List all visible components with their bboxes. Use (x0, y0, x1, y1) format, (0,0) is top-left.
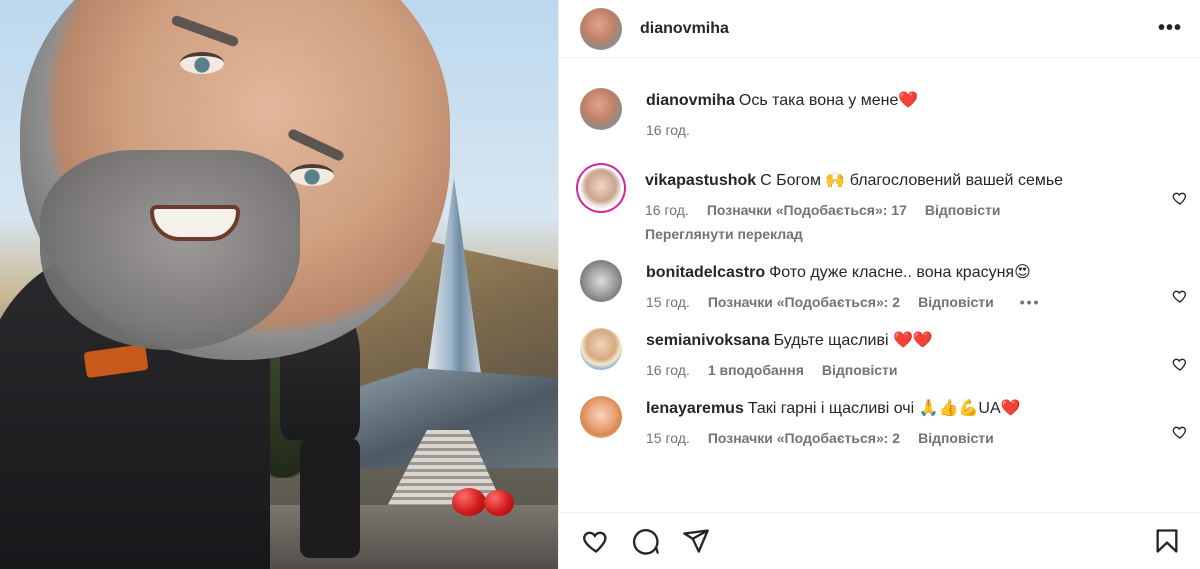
heart-icon[interactable] (1172, 356, 1188, 372)
post-side-panel: dianovmiha ••• dianovmiha Ось така вона у… (558, 0, 1200, 569)
save-button[interactable] (1150, 524, 1184, 558)
photo-eye (180, 52, 224, 74)
comment-time[interactable]: 16 год. (645, 202, 689, 218)
commenter-username[interactable]: lenayaremus (646, 400, 744, 417)
heart-icon[interactable] (1172, 424, 1188, 440)
author-username[interactable]: dianovmiha (640, 20, 729, 38)
post-header: dianovmiha ••• (559, 0, 1200, 58)
comment-item: lenayaremus Такі гарні і щасливі очі 🙏👍💪U… (559, 378, 1200, 446)
comment-likes-count[interactable]: Позначки «Подобається»: 17 (707, 202, 907, 218)
comment-text: Фото дуже класне.. вона красуня😍 (769, 264, 1031, 281)
heart-icon[interactable] (1172, 288, 1188, 304)
caption-avatar[interactable] (580, 88, 622, 130)
comment-likes-count[interactable]: Позначки «Подобається»: 2 (708, 294, 900, 310)
comment-item: semianivoksana Будьте щасливі ❤️❤️ 16 год… (559, 310, 1200, 378)
commenter-username[interactable]: semianivoksana (646, 332, 770, 349)
reply-button[interactable]: Відповісти (822, 362, 898, 378)
photo-man-beard (40, 150, 300, 350)
photo-woman-legs (300, 438, 360, 558)
comment-icon[interactable] (632, 527, 660, 555)
post-dialog: dianovmiha ••• dianovmiha Ось така вона у… (0, 0, 1200, 569)
commenter-username[interactable]: vikapastushok (645, 172, 756, 189)
reply-button[interactable]: Відповісти (925, 202, 1001, 218)
photo-red-ball (452, 488, 486, 516)
comments-list[interactable]: dianovmiha Ось така вона у мене❤️ 16 год.… (559, 70, 1200, 510)
comment-time[interactable]: 15 год. (646, 294, 690, 310)
post-action-bar (559, 512, 1200, 569)
comment-more-options[interactable]: ••• (1020, 294, 1041, 310)
commenter-avatar[interactable] (580, 396, 622, 438)
commenter-avatar[interactable] (580, 328, 622, 370)
commenter-avatar[interactable] (581, 168, 621, 208)
comment-item: bonitadelcastro Фото дуже класне.. вона к… (559, 242, 1200, 310)
comment-text: Такі гарні і щасливі очі 🙏👍💪UA❤️ (747, 400, 1021, 417)
photo-red-ball (484, 490, 514, 516)
comment-time[interactable]: 16 год. (646, 362, 690, 378)
caption-username[interactable]: dianovmiha (646, 92, 735, 109)
comment-likes-count[interactable]: Позначки «Подобається»: 2 (708, 430, 900, 446)
share-button[interactable] (679, 524, 713, 558)
comment-item: vikapastushok С Богом 🙌 благословений ваш… (559, 138, 1200, 242)
caption-time[interactable]: 16 год. (646, 122, 690, 138)
send-icon[interactable] (682, 527, 710, 555)
reply-button[interactable]: Відповісти (918, 430, 994, 446)
bookmark-icon[interactable] (1153, 527, 1181, 555)
like-button[interactable] (579, 524, 613, 558)
comment-likes-count[interactable]: 1 вподобання (708, 362, 804, 378)
heart-icon[interactable] (1172, 190, 1188, 206)
comment-text: С Богом 🙌 благословений вашей семье (760, 172, 1064, 189)
more-options-icon[interactable]: ••• (1158, 17, 1182, 40)
see-translation-link[interactable]: Переглянути переклад (645, 226, 1182, 242)
commenter-avatar[interactable] (580, 260, 622, 302)
heart-icon[interactable] (582, 527, 610, 555)
commenter-username[interactable]: bonitadelcastro (646, 264, 765, 281)
photo-man-smile (150, 205, 240, 241)
caption-heart-emoji: ❤️ (898, 92, 919, 109)
post-caption: dianovmiha Ось така вона у мене❤️ 16 год. (559, 70, 1200, 138)
comment-time[interactable]: 15 год. (646, 430, 690, 446)
post-photo[interactable] (0, 0, 558, 569)
caption-text: Ось така вона у мене (738, 92, 899, 109)
comment-button[interactable] (629, 524, 663, 558)
comment-text: Будьте щасливі ❤️❤️ (773, 332, 933, 349)
photo-eye (290, 164, 334, 186)
reply-button[interactable]: Відповісти (918, 294, 994, 310)
author-avatar[interactable] (580, 7, 622, 50)
